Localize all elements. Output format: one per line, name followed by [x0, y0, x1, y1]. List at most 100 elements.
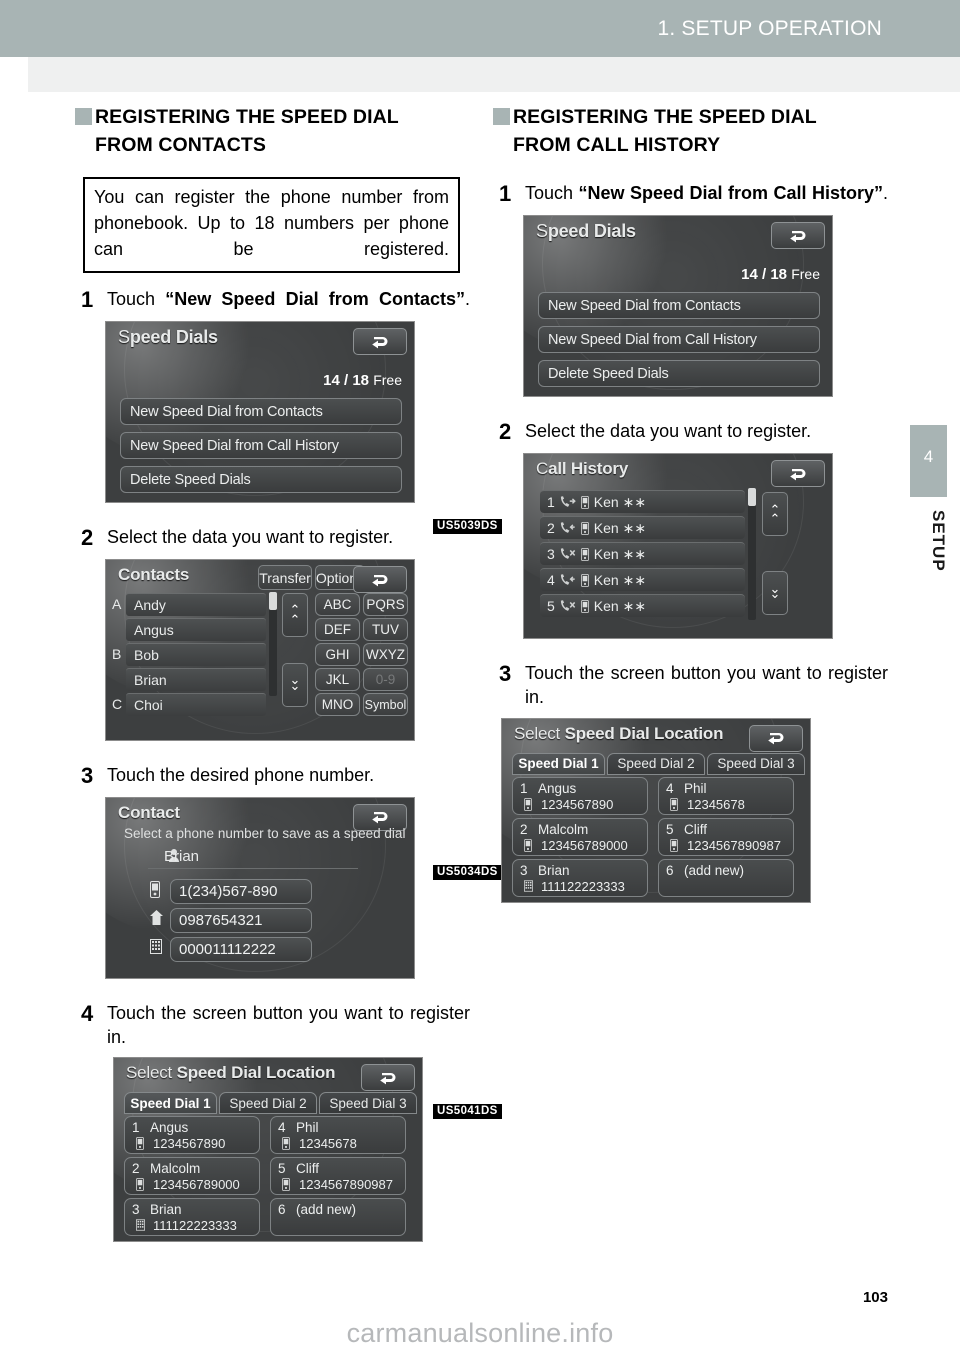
tab-speed-dial-1[interactable]: Speed Dial 1 — [512, 752, 605, 775]
scroll-down-button[interactable]: ⌄ ⌄ — [762, 571, 788, 616]
phone-number-home[interactable]: 0987654321 — [170, 907, 312, 933]
back-arrow-icon — [372, 812, 388, 824]
scroll-up-button[interactable]: ⌃ ⌃ — [282, 593, 308, 637]
back-arrow-icon — [790, 230, 806, 243]
tab-speed-dial-1[interactable]: Speed Dial 1 — [124, 1092, 217, 1115]
step-text: Select the data you want to register. — [107, 527, 394, 548]
figure-code: US5039DS — [433, 519, 502, 534]
step-number: 1 — [81, 287, 94, 313]
back-button[interactable] — [771, 460, 825, 488]
call-history-row[interactable]: 4 Ken ∗∗ — [540, 568, 745, 592]
note-text: You can register the phone number from p… — [94, 187, 449, 260]
speed-dial-cell[interactable]: 1 Angus 1234567890 — [124, 1116, 260, 1155]
phone-number-mobile[interactable]: 1(234)567-890 — [170, 878, 312, 904]
contact-row[interactable]: Angus — [126, 618, 266, 641]
contact-row[interactable]: Bob — [126, 643, 266, 666]
tab-speed-dial-3[interactable]: Speed Dial 3 — [707, 752, 805, 775]
contact-row[interactable]: Brian — [126, 668, 266, 691]
mobile-icon — [580, 547, 589, 561]
incoming-call-icon — [560, 522, 575, 534]
button-new-speed-dial-from-call-history[interactable]: New Speed Dial from Call History — [120, 432, 402, 460]
call-history-row[interactable]: 2 Ken ∗∗ — [540, 516, 745, 540]
back-arrow-icon — [380, 1072, 396, 1085]
speed-dial-cell[interactable]: 5 Cliff 1234567890987 — [658, 817, 794, 856]
screen-title: Speed Dials — [536, 221, 636, 242]
scrollbar-thumb[interactable] — [269, 592, 277, 610]
watermark: carmanualsonline.info — [346, 1318, 614, 1348]
screenshot-contact-detail: Contact Select a phone number to save as… — [105, 796, 415, 979]
key-numbers[interactable]: 0-9 — [363, 668, 408, 691]
speed-dial-cell[interactable]: 5 Cliff 1234567890987 — [270, 1157, 406, 1196]
mobile-icon — [670, 797, 678, 811]
step-2: 2 Select the data you want to register. — [81, 525, 470, 551]
step-number: 2 — [81, 525, 94, 551]
call-history-row[interactable]: 5 Ken ∗∗ — [540, 594, 745, 618]
key-pqrs[interactable]: PQRS — [363, 593, 408, 616]
call-history-row[interactable]: 3 Ken ∗∗ — [540, 542, 745, 566]
call-history-row[interactable]: 1 Ken ∗∗ — [540, 490, 745, 514]
step-1: 1 Touch “New Speed Dial from Contacts”. — [81, 287, 470, 313]
scroll-down-button[interactable]: ⌄ ⌄ — [282, 663, 308, 707]
contact-row[interactable]: Andy — [126, 593, 266, 616]
mobile-icon — [580, 521, 589, 535]
key-tuv[interactable]: TUV — [363, 618, 408, 641]
step-text: Touch the screen button you want to regi… — [107, 1002, 470, 1048]
mobile-icon — [136, 1178, 144, 1192]
key-abc[interactable]: ABC — [315, 593, 360, 616]
mobile-icon — [150, 880, 160, 898]
screen-title: Contact — [118, 802, 180, 822]
transfer-button[interactable]: Transfer — [258, 565, 312, 590]
back-button[interactable] — [361, 1064, 415, 1092]
missed-call-icon — [560, 548, 576, 560]
tab-speed-dial-3[interactable]: Speed Dial 3 — [319, 1092, 417, 1115]
speed-dial-cell[interactable]: 2 Malcolm 123456789000 — [124, 1157, 260, 1196]
phone-number-other[interactable]: 000011112222 — [170, 936, 312, 962]
back-button[interactable] — [749, 724, 803, 752]
contact-row[interactable]: Choi — [126, 693, 266, 716]
key-symbol[interactable]: Symbol — [363, 693, 408, 716]
back-button[interactable] — [771, 222, 825, 250]
speed-dial-cell-add-new[interactable]: 6 (add new) — [658, 858, 794, 897]
list-scrollbar[interactable] — [269, 592, 277, 696]
button-new-speed-dial-from-contacts[interactable]: New Speed Dial from Contacts — [120, 398, 402, 426]
left-column: REGISTERING THE SPEED DIAL FROM CONTACTS… — [75, 104, 502, 1246]
key-ghi[interactable]: GHI — [315, 643, 360, 666]
step-number: 3 — [499, 661, 512, 687]
step-number: 3 — [81, 763, 94, 788]
back-arrow-icon — [768, 733, 784, 745]
speed-dial-cell[interactable]: 2 Malcolm 123456789000 — [512, 817, 648, 856]
scroll-up-button[interactable]: ⌃ ⌃ — [762, 492, 788, 537]
list-scrollbar[interactable] — [748, 488, 756, 621]
mobile-icon — [580, 599, 589, 613]
chevron-down-icon: ⌄ — [769, 586, 781, 602]
speed-dial-cell[interactable]: 3 Brian 111122223333 — [512, 858, 648, 897]
section-bullet-icon — [75, 108, 92, 125]
speed-dial-cell-add-new[interactable]: 6 (add new) — [270, 1198, 406, 1237]
figure-code: US5034DS — [433, 865, 502, 880]
tab-speed-dial-2[interactable]: Speed Dial 2 — [219, 1092, 317, 1115]
back-button[interactable] — [353, 566, 407, 593]
contact-letter: A — [112, 596, 122, 612]
speed-dial-cell[interactable]: 3 Brian 111122223333 — [124, 1198, 260, 1237]
tab-speed-dial-2[interactable]: Speed Dial 2 — [607, 752, 705, 775]
speed-dial-cell[interactable]: 4 Phil 12345678 — [658, 776, 794, 815]
page-number: 103 — [862, 1289, 888, 1306]
screenshot-contacts: Contacts Transfer Options A Andy Angus B… — [105, 559, 415, 741]
speed-dial-cell[interactable]: 4 Phil 12345678 — [270, 1116, 406, 1155]
button-delete-speed-dials[interactable]: Delete Speed Dials — [538, 360, 820, 388]
step-3: 3 Touch the screen button you want to re… — [499, 661, 888, 709]
step-text: Touch “New Speed Dial from Contacts”. — [107, 289, 470, 310]
back-button[interactable] — [353, 328, 407, 356]
key-mno[interactable]: MNO — [315, 693, 360, 716]
button-new-speed-dial-from-call-history[interactable]: New Speed Dial from Call History — [538, 326, 820, 354]
key-jkl[interactable]: JKL — [315, 668, 360, 691]
chapter-number: 4 — [923, 447, 934, 466]
left-section-heading: REGISTERING THE SPEED DIAL FROM CONTACTS — [75, 104, 470, 159]
button-delete-speed-dials[interactable]: Delete Speed Dials — [120, 466, 402, 494]
speed-dial-cell[interactable]: 1 Angus 1234567890 — [512, 776, 648, 815]
scrollbar-thumb[interactable] — [748, 488, 756, 507]
key-def[interactable]: DEF — [315, 618, 360, 641]
button-new-speed-dial-from-contacts[interactable]: New Speed Dial from Contacts — [538, 292, 820, 320]
key-wxyz[interactable]: WXYZ — [363, 643, 408, 666]
screen-title: Select Speed Dial Location — [514, 723, 724, 743]
